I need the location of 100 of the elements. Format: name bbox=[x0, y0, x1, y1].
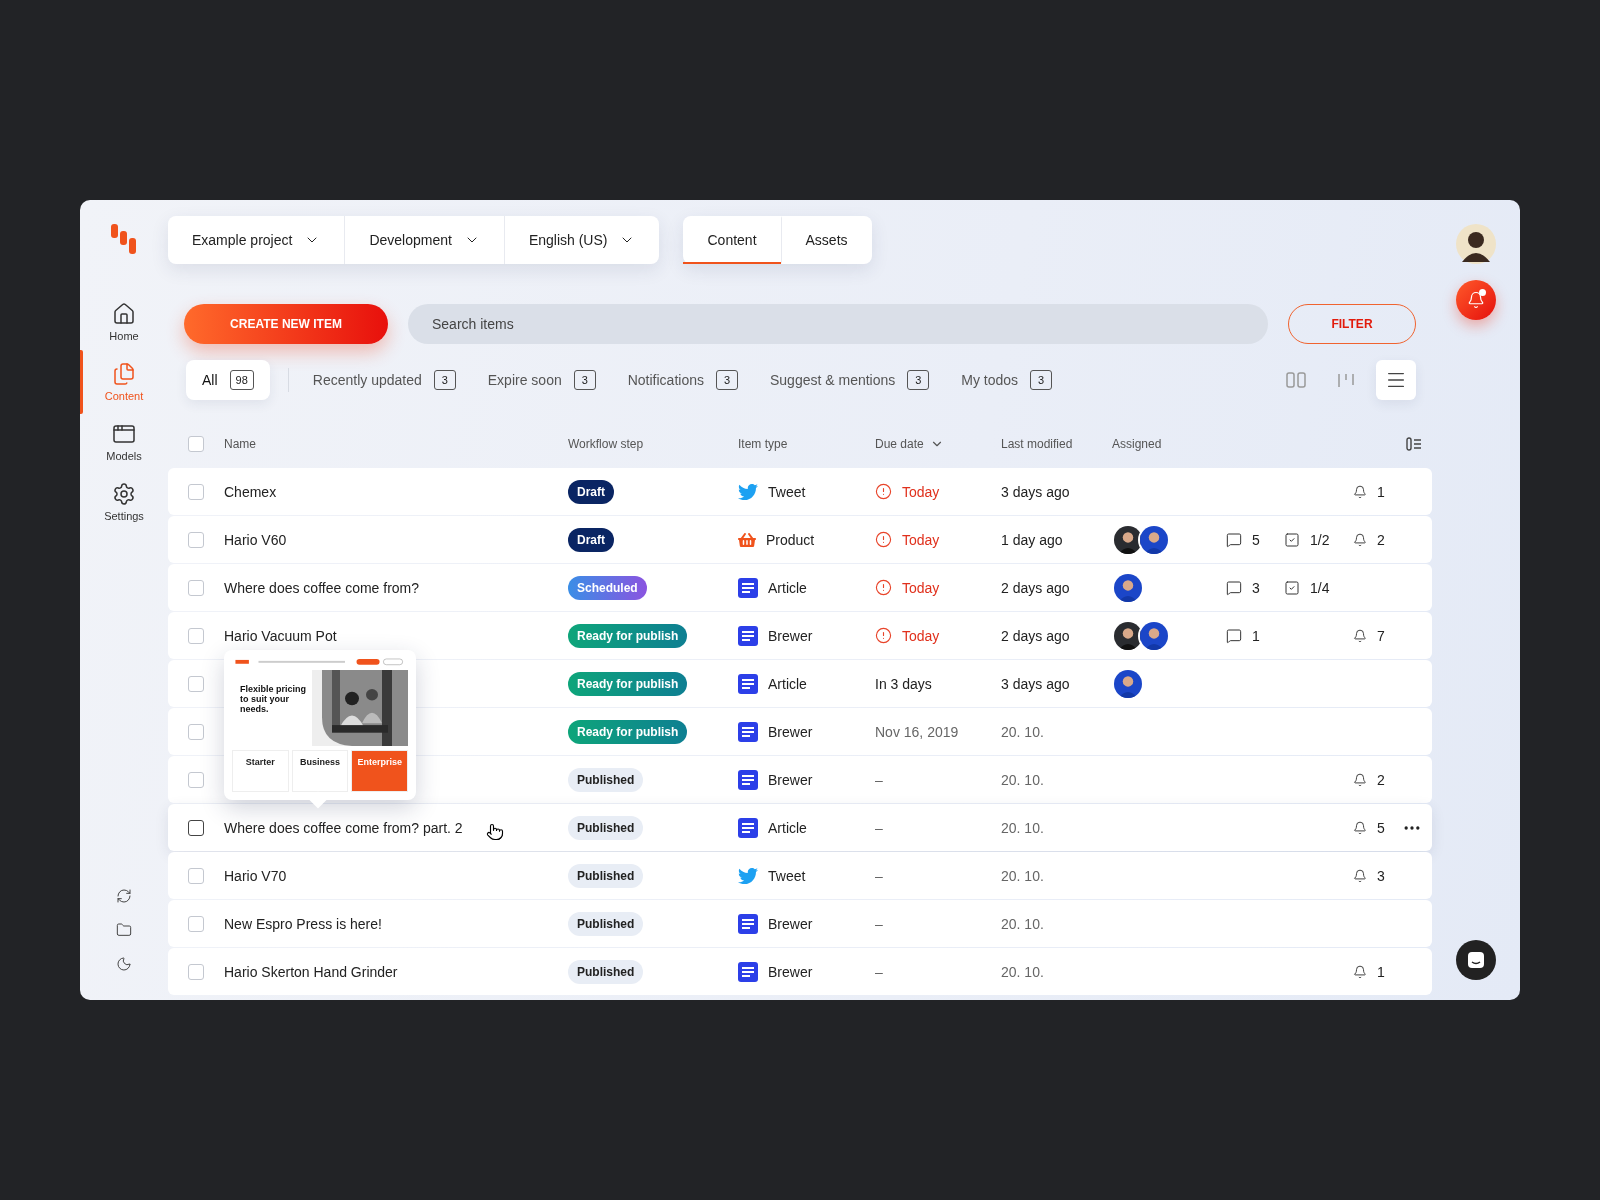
count: 3 bbox=[907, 370, 930, 390]
filter-chip[interactable]: Expire soon 3 bbox=[471, 360, 612, 400]
column-header[interactable]: Due date bbox=[875, 437, 944, 451]
alert-icon bbox=[875, 579, 892, 596]
bell-icon bbox=[1353, 772, 1367, 787]
table-row[interactable]: Where does coffee come from? part. 2 Published Article – 20. 10. 5 bbox=[168, 804, 1432, 851]
nav-item[interactable]: Home bbox=[80, 296, 168, 348]
last-modified: 1 day ago bbox=[1001, 531, 1063, 548]
table-row[interactable]: New Espro Press is here! Published Brewer – 20. 10. bbox=[168, 900, 1432, 947]
notification-count: 3 bbox=[1377, 867, 1385, 884]
last-modified: 20. 10. bbox=[1001, 963, 1044, 980]
column-header[interactable]: Assigned bbox=[1112, 437, 1162, 451]
nav-item[interactable]: Settings bbox=[80, 476, 168, 528]
hand-cursor-icon bbox=[486, 823, 504, 841]
table-row[interactable]: Chemex Draft Tweet Today 3 days ago 1 bbox=[168, 468, 1432, 515]
dropdown-button[interactable]: Development bbox=[344, 216, 504, 264]
filter-chip[interactable]: Notifications 3 bbox=[611, 360, 754, 400]
tab[interactable]: Content bbox=[683, 216, 781, 264]
item-name: Hario V70 bbox=[224, 867, 287, 884]
view-button[interactable] bbox=[1376, 360, 1416, 400]
documents-icon bbox=[112, 362, 136, 386]
document-icon bbox=[738, 625, 758, 646]
document-icon bbox=[738, 721, 758, 742]
item-type: Brewer bbox=[768, 723, 813, 740]
moon-icon[interactable] bbox=[116, 956, 132, 972]
notifications-button[interactable] bbox=[1456, 280, 1496, 320]
filter-chip[interactable]: Suggest & mentions 3 bbox=[754, 360, 946, 400]
status-badge: Published bbox=[568, 767, 644, 792]
filter-chip[interactable]: All 98 bbox=[186, 360, 270, 400]
table-row[interactable]: Where does coffee come from? Scheduled Article Today 2 days ago 3 1/4 bbox=[168, 564, 1432, 611]
dropdown-button[interactable]: Example project bbox=[168, 216, 345, 264]
item-type: Article bbox=[768, 675, 807, 692]
filter-chip[interactable]: Recently updated 3 bbox=[296, 360, 472, 400]
bell-icon bbox=[1353, 868, 1367, 883]
column-settings-icon[interactable] bbox=[1406, 437, 1422, 451]
filter-label: My todos bbox=[961, 372, 1019, 388]
chat-button[interactable] bbox=[1456, 940, 1496, 980]
due-date: Today bbox=[902, 579, 940, 596]
status-badge: Published bbox=[568, 911, 644, 936]
item-name: Hario V60 bbox=[224, 531, 287, 548]
count: 98 bbox=[229, 370, 254, 390]
refresh-icon[interactable] bbox=[116, 888, 132, 904]
nav-label: Content bbox=[104, 390, 144, 402]
folder-icon[interactable] bbox=[116, 922, 132, 938]
count: 3 bbox=[573, 370, 596, 390]
column-header[interactable]: Last modified bbox=[1001, 437, 1073, 451]
item-name: Chemex bbox=[224, 483, 277, 500]
filter-label: Notifications bbox=[627, 372, 704, 388]
status-badge: Published bbox=[568, 959, 644, 984]
bell-icon bbox=[1353, 532, 1367, 547]
last-modified: 20. 10. bbox=[1001, 915, 1044, 932]
nav-label: Models bbox=[106, 450, 142, 462]
comment-count: 5 bbox=[1252, 531, 1260, 548]
create-button[interactable]: CREATE NEW ITEM bbox=[184, 304, 388, 344]
notification-count: 2 bbox=[1377, 771, 1385, 788]
last-modified: 20. 10. bbox=[1001, 771, 1044, 788]
item-type: Brewer bbox=[768, 963, 813, 980]
bell-icon bbox=[1353, 628, 1367, 643]
document-icon bbox=[738, 769, 758, 790]
search-field[interactable]: Search items bbox=[408, 304, 1268, 344]
last-modified: 20. 10. bbox=[1001, 723, 1044, 740]
table-row[interactable]: Hario Skerton Hand Grinder Published Brewer – 20. 10. 1 bbox=[168, 948, 1432, 995]
last-modified: 3 days ago bbox=[1001, 675, 1070, 692]
notification-count: 5 bbox=[1377, 819, 1385, 836]
plan-card: Starter bbox=[232, 749, 289, 792]
nav-label: Settings bbox=[104, 510, 144, 522]
item-type: Product bbox=[766, 531, 815, 548]
item-type: Tweet bbox=[768, 483, 806, 500]
table-row[interactable]: Hario V60 Draft Product Today 1 day ago 5 1/2 2 bbox=[168, 516, 1432, 563]
due-date: – bbox=[875, 915, 883, 932]
count: 3 bbox=[433, 370, 456, 390]
item-name: Where does coffee come from? bbox=[224, 579, 420, 596]
dropdown-button[interactable]: English (US) bbox=[503, 216, 660, 264]
column-header[interactable]: Name bbox=[224, 437, 256, 451]
status-badge: Draft bbox=[568, 479, 614, 504]
column-header[interactable]: Workflow step bbox=[568, 437, 644, 451]
column-header[interactable]: Item type bbox=[738, 437, 788, 451]
item-type: Tweet bbox=[768, 867, 806, 884]
due-date: Today bbox=[902, 483, 940, 500]
last-modified: 20. 10. bbox=[1001, 867, 1044, 884]
filter-chip[interactable]: My todos 3 bbox=[945, 360, 1069, 400]
due-date: – bbox=[875, 963, 883, 980]
checkbox[interactable] bbox=[188, 819, 204, 836]
window-icon bbox=[112, 422, 136, 446]
table-row[interactable]: Hario Vacuum Pot Ready for publish Brewer Today 2 days ago 1 7 bbox=[168, 612, 1432, 659]
nav-item[interactable]: Models bbox=[80, 416, 168, 468]
tab[interactable]: Assets bbox=[780, 216, 872, 264]
avatar[interactable] bbox=[1456, 224, 1496, 264]
due-date: – bbox=[875, 771, 883, 788]
status-badge: Published bbox=[568, 815, 644, 840]
home-icon bbox=[112, 302, 136, 326]
bell-icon bbox=[1353, 820, 1367, 835]
plan-card: Business bbox=[291, 749, 349, 792]
notification-count: 7 bbox=[1377, 627, 1385, 644]
count: 3 bbox=[1030, 370, 1053, 390]
notification-count: 2 bbox=[1377, 531, 1385, 548]
comment-icon bbox=[1226, 579, 1242, 596]
item-name: Hario Vacuum Pot bbox=[224, 627, 337, 644]
filter-label: Expire soon bbox=[487, 372, 562, 388]
table-row[interactable]: Hario V70 Published Tweet – 20. 10. 3 bbox=[168, 852, 1432, 899]
